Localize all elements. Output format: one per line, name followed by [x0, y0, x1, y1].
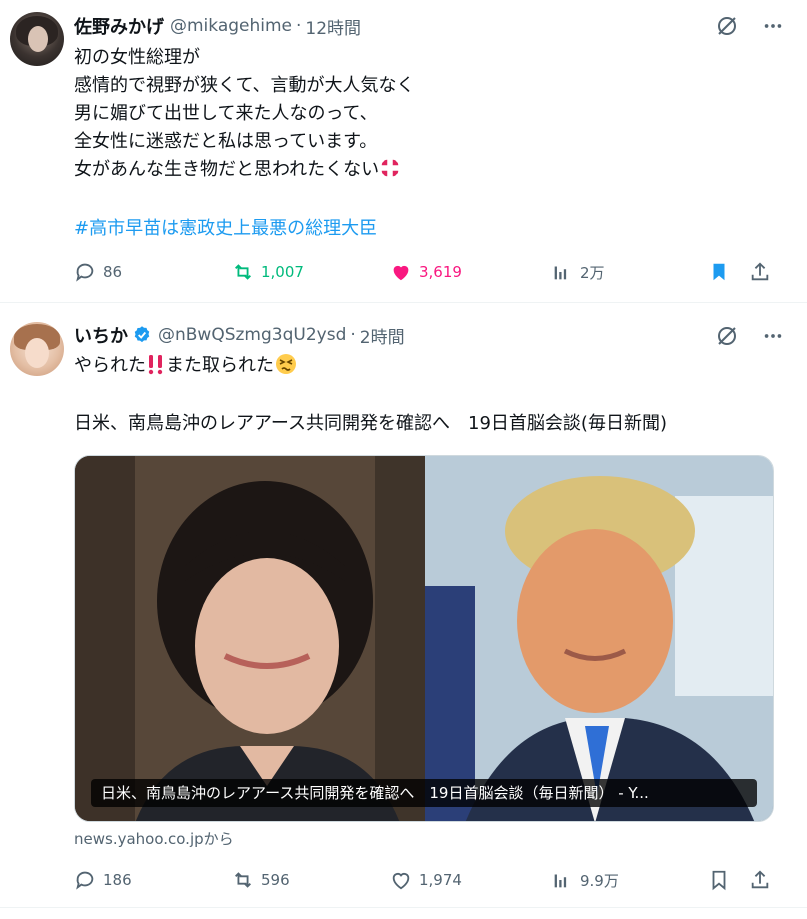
tweet-header: いちか @nBwQSzmg3qU2ysd · 2時間	[74, 322, 405, 348]
tweet-actions: 86 1,007 3,619 2万	[74, 257, 779, 287]
tweet-divider	[0, 907, 807, 908]
retweet-count: 1,007	[261, 263, 304, 281]
like-button[interactable]: 3,619	[390, 257, 462, 287]
avatar[interactable]	[10, 12, 64, 66]
avatar[interactable]	[10, 322, 64, 376]
like-icon	[393, 265, 409, 281]
reply-icon	[76, 871, 94, 890]
reply-button[interactable]: 86	[74, 257, 122, 287]
like-icon	[392, 873, 410, 890]
views-count: 9.9万	[580, 871, 619, 890]
tweet-line: 感情的で視野が狭くて、言動が大人気なく	[74, 75, 415, 96]
author-handle[interactable]: @mikagehime	[170, 16, 292, 36]
reply-count: 186	[103, 871, 132, 889]
tweet-text: 初の女性総理が 感情的で視野が狭くて、言動が大人気なく 男に媚びて出世して来た人…	[74, 44, 415, 184]
retweet-count: 596	[261, 871, 290, 889]
anger-emoji-icon	[381, 159, 399, 177]
tweet-top-actions	[713, 322, 787, 350]
retweet-button[interactable]: 1,007	[232, 257, 304, 287]
tweet-text-part: また取られた	[166, 355, 274, 376]
tweet-line: 女があんな生き物だと思われたくない	[74, 159, 380, 180]
hashtag-link[interactable]: #高市早苗は憲政史上最悪の総理大臣	[74, 214, 377, 240]
news-photo-left	[75, 456, 425, 821]
like-count: 3,619	[419, 263, 462, 281]
reply-icon	[76, 263, 94, 282]
more-icon[interactable]	[759, 12, 787, 40]
views-button[interactable]: 9.9万	[551, 865, 619, 895]
share-icon	[751, 262, 769, 281]
media-caption: 日米、南鳥島沖のレアアース共同開発を確認へ 19日首脳会談（毎日新聞） - Y.…	[91, 779, 757, 807]
news-photo-right	[425, 456, 773, 821]
like-button[interactable]: 1,974	[390, 865, 462, 895]
author-handle[interactable]: @nBwQSzmg3qU2ysd	[158, 325, 346, 345]
retweet-icon	[235, 872, 251, 888]
reply-button[interactable]: 186	[74, 865, 132, 895]
tweet-line: 全女性に迷惑だと私は思っています。	[74, 131, 378, 152]
bookmark-icon	[713, 263, 725, 281]
tweet-top-actions	[713, 12, 787, 40]
grok-icon[interactable]	[713, 12, 741, 40]
tweet-text-line2: 日米、南鳥島沖のレアアース共同開発を確認へ 19日首脳会談(毎日新聞)	[74, 413, 667, 434]
tweet-header: 佐野みかげ @mikagehime · 12時間	[74, 13, 361, 39]
timestamp[interactable]: 12時間	[305, 14, 361, 39]
bookmark-button[interactable]	[708, 257, 730, 287]
verified-badge-icon[interactable]	[132, 325, 152, 345]
tweet-text-part: やられた	[74, 355, 146, 376]
author-name[interactable]: いちか	[74, 322, 128, 348]
retweet-icon	[235, 264, 251, 280]
tweet-line: 初の女性総理が	[74, 47, 200, 68]
separator-dot: ·	[350, 325, 356, 345]
tweet-line: 男に媚びて出世して来た人なのって、	[74, 103, 378, 124]
share-icon	[751, 870, 769, 889]
link-source[interactable]: news.yahoo.co.jpから	[74, 828, 234, 849]
grok-icon[interactable]	[713, 322, 741, 350]
views-count: 2万	[580, 263, 605, 282]
reply-count: 86	[103, 263, 123, 281]
double-exclamation-icon	[148, 355, 163, 375]
tweet-text: やられた また取られた	[74, 352, 298, 380]
more-icon[interactable]	[759, 322, 787, 350]
bookmark-icon	[712, 870, 726, 891]
timestamp[interactable]: 2時間	[360, 323, 405, 348]
views-icon	[554, 266, 567, 280]
views-icon	[554, 874, 567, 888]
bookmark-button[interactable]	[708, 865, 730, 895]
persevering-face-icon	[276, 354, 296, 374]
tweet-actions: 186 596 1,974 9.9万	[74, 865, 779, 895]
separator-dot: ·	[296, 16, 302, 36]
views-button[interactable]: 2万	[551, 257, 605, 287]
media-card[interactable]: 日米、南鳥島沖のレアアース共同開発を確認へ 19日首脳会談（毎日新聞） - Y.…	[74, 455, 774, 822]
share-button[interactable]	[749, 865, 771, 895]
share-button[interactable]	[749, 257, 771, 287]
author-name[interactable]: 佐野みかげ	[74, 13, 164, 39]
retweet-button[interactable]: 596	[232, 865, 290, 895]
like-count: 1,974	[419, 871, 462, 889]
